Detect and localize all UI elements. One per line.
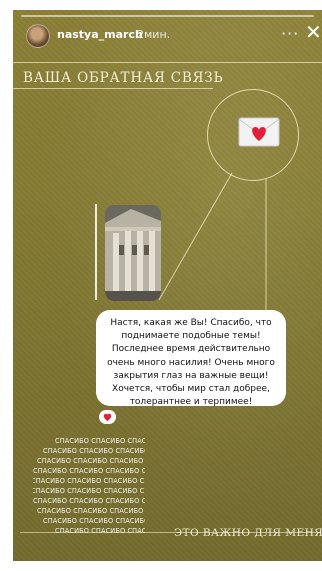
pattern-line: СПАСИБО СПАСИБО СПАСИБО СПАСИБО: [33, 497, 145, 505]
footer-caption: ЭТО ВАЖНО ДЛЯ МЕНЯ: [174, 527, 322, 539]
reply-message-bubble: Настя, какая же Вы! Спасибо, что поднима…: [96, 310, 286, 408]
heading-underline: [13, 88, 213, 89]
pattern-line: СПАСИБО СПАСИБО СПАСИБО СПАСИБО: [33, 467, 145, 475]
pattern-line: СПАСИБО СПАСИБО СПАСИБО СПАСИБО: [55, 437, 145, 445]
pattern-line: СПАСИБО СПАСИБО СПАСИБО СПАСИБО: [43, 517, 145, 525]
reply-indicator-line: [95, 204, 97, 300]
footer-divider: [20, 532, 321, 533]
pattern-line: СПАСИБО СПАСИБО СПАСИБО СПАСИБО: [55, 527, 145, 535]
story-slide[interactable]: nastya_march 2мин. ··· ✕ ВАША ОБРАТНАЯ С…: [13, 10, 322, 561]
thanks-pattern: СПАСИБО СПАСИБО СПАСИБО СПАСИБО СПАСИБО …: [33, 435, 145, 547]
avatar[interactable]: [26, 24, 50, 48]
post-time: 2мин.: [137, 28, 171, 41]
reaction-badge: [99, 410, 116, 424]
building-image: [105, 205, 161, 301]
pattern-line: СПАСИБО СПАСИБО СПАСИБО СПАСИБО: [43, 447, 145, 455]
story-viewer: nastya_march 2мин. ··· ✕ ВАША ОБРАТНАЯ С…: [0, 0, 322, 571]
more-options-icon[interactable]: ···: [281, 24, 299, 43]
story-heading: ВАША ОБРАТНАЯ СВЯЗЬ: [23, 70, 224, 86]
close-icon[interactable]: ✕: [305, 20, 322, 44]
story-progress-bar: [21, 15, 314, 17]
pattern-line: СПАСИБО СПАСИБО СПАСИБО СПАСИБО: [37, 457, 145, 465]
reply-message-text: Настя, какая же Вы! Спасибо, что поднима…: [107, 318, 275, 408]
top-divider: [13, 62, 322, 63]
envelope-heart-icon: [238, 117, 280, 147]
pattern-line: СПАСИБО СПАСИБО СПАСИБО СПАСИБО: [37, 507, 145, 515]
story-thumbnail[interactable]: [105, 205, 161, 301]
username[interactable]: nastya_march: [57, 28, 143, 41]
pattern-line: СПАСИБО СПАСИБО СПАСИБО СПАСИБО: [33, 477, 145, 485]
pattern-line: СПАСИБО СПАСИБО СПАСИБО СПАСИБО: [33, 487, 145, 495]
heart-icon: [103, 413, 112, 421]
